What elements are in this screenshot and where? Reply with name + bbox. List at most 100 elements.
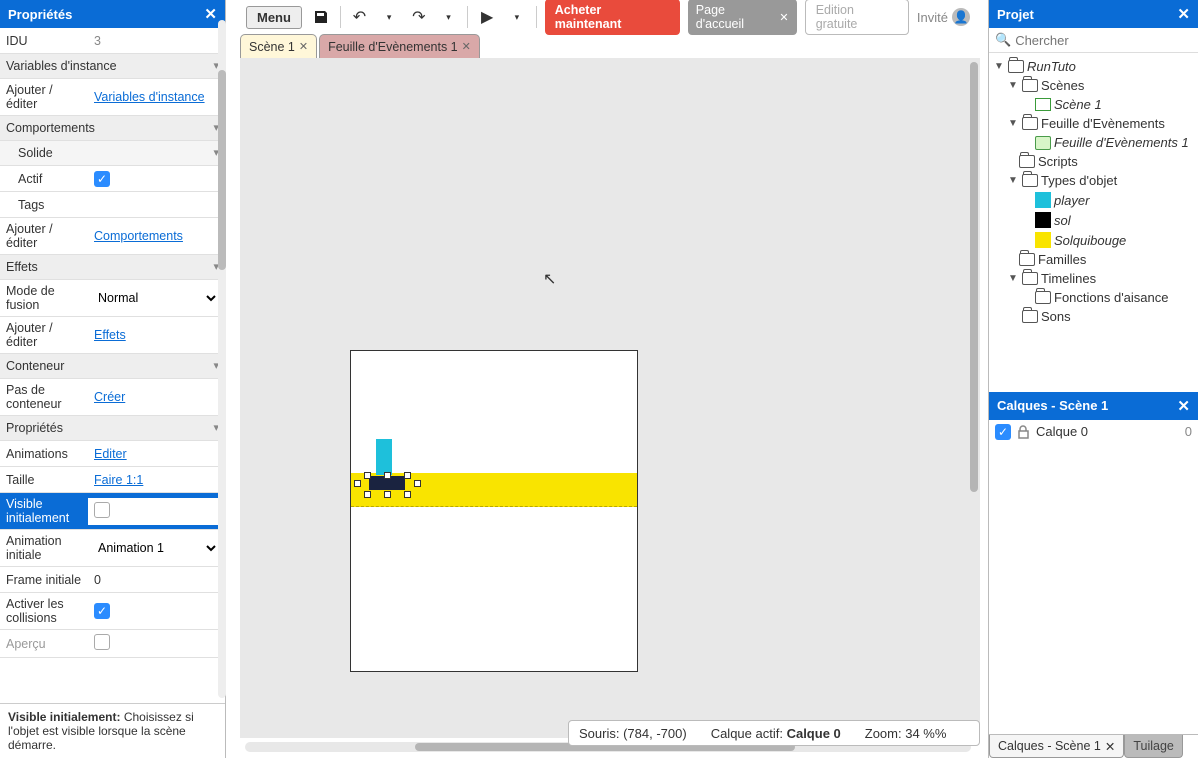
tree-event-sheets[interactable]: ▼Feuille d'Evènements	[989, 114, 1198, 133]
folder-icon	[1035, 291, 1051, 304]
properties-panel: Propriétés ✕ IDU 3 Variables d'instance▾…	[0, 0, 226, 758]
close-icon[interactable]: ✕	[1177, 397, 1190, 415]
object-player[interactable]	[376, 439, 392, 475]
section-instance-vars[interactable]: Variables d'instance▾	[0, 54, 225, 79]
folder-icon	[1022, 174, 1038, 187]
undo-icon[interactable]: ↶	[349, 6, 371, 28]
effects-link[interactable]: Effets	[94, 328, 126, 342]
visible-checkbox[interactable]	[94, 502, 110, 518]
event-sheet-icon	[1035, 136, 1051, 150]
behaviors-link[interactable]: Comportements	[94, 229, 183, 243]
section-effects[interactable]: Effets▾	[0, 255, 225, 280]
tree-timelines[interactable]: ▼Timelines	[989, 269, 1198, 288]
instance-vars-link[interactable]: Variables d'instance	[94, 90, 205, 104]
tab-layers[interactable]: Calques - Scène 1✕	[989, 735, 1124, 758]
selection-handle[interactable]	[384, 491, 391, 498]
layer-object-count: 0	[1185, 424, 1192, 439]
tree-event-sheet-1[interactable]: Feuille d'Evènements 1	[989, 133, 1198, 152]
preview-checkbox[interactable]	[94, 634, 110, 650]
tree-sounds[interactable]: Sons	[989, 307, 1198, 326]
scene-icon	[1035, 98, 1051, 111]
selection-handle[interactable]	[404, 472, 411, 479]
section-properties[interactable]: Propriétés▾	[0, 416, 225, 441]
visible-label: Visible initialement	[0, 493, 88, 529]
project-search-row: 🔍	[989, 28, 1198, 53]
buy-now-button[interactable]: Acheter maintenant	[545, 0, 680, 35]
selection-handle[interactable]	[384, 472, 391, 479]
guest-label[interactable]: Invité👤	[917, 8, 970, 26]
blend-select[interactable]: Normal	[94, 290, 219, 306]
lock-icon[interactable]	[1017, 425, 1030, 439]
tree-scene-1[interactable]: Scène 1	[989, 95, 1198, 114]
frame-init-label: Frame initiale	[0, 569, 88, 591]
tree-obj-solquibouge[interactable]: Solquibouge	[989, 230, 1198, 250]
size-label: Taille	[0, 469, 88, 491]
add-edit-label: Ajouter / éditer	[0, 79, 88, 115]
tree-obj-player[interactable]: player	[989, 190, 1198, 210]
project-header: Projet ✕	[989, 0, 1198, 28]
close-icon[interactable]: ✕	[779, 11, 788, 24]
project-search-input[interactable]	[1015, 33, 1192, 48]
close-icon[interactable]: ✕	[462, 40, 471, 53]
edit-animations-link[interactable]: Editer	[94, 447, 127, 461]
play-icon[interactable]: ▶	[476, 6, 498, 28]
tab-tilemap[interactable]: Tuilage	[1124, 735, 1183, 758]
collisions-row: Activer les collisions ✓	[0, 593, 225, 630]
selection-handle[interactable]	[364, 472, 371, 479]
create-container-link[interactable]: Créer	[94, 390, 125, 404]
redo-dropdown-icon[interactable]: ▾	[438, 6, 460, 28]
properties-header: Propriétés ✕	[0, 0, 225, 28]
close-icon[interactable]: ✕	[204, 5, 217, 23]
collisions-checkbox[interactable]: ✓	[94, 603, 110, 619]
tree-object-types[interactable]: ▼Types d'objet	[989, 171, 1198, 190]
vars-add-edit-row: Ajouter / éditer Variables d'instance	[0, 79, 225, 116]
active-checkbox[interactable]: ✓	[94, 171, 110, 187]
anim-init-select[interactable]: Animation 1	[94, 540, 219, 556]
home-tab[interactable]: Page d'accueil✕	[688, 0, 797, 35]
tab-scene-1[interactable]: Scène 1✕	[240, 34, 317, 58]
frame-init-value[interactable]: 0	[88, 569, 225, 591]
undo-dropdown-icon[interactable]: ▾	[378, 6, 400, 28]
blend-row: Mode de fusion Normal	[0, 280, 225, 317]
close-icon[interactable]: ✕	[299, 40, 308, 53]
tab-event-sheet-1[interactable]: Feuille d'Evènements 1✕	[319, 34, 480, 58]
selection-handle[interactable]	[364, 491, 371, 498]
active-row: Actif ✓	[0, 166, 225, 192]
folder-icon	[1022, 117, 1038, 130]
layer-visible-checkbox[interactable]: ✓	[995, 424, 1011, 440]
redo-icon[interactable]: ↷	[408, 6, 430, 28]
visible-row[interactable]: Visible initialement	[0, 493, 225, 530]
layers-header: Calques - Scène 1 ✕	[989, 392, 1198, 420]
section-container[interactable]: Conteneur▾	[0, 354, 225, 379]
close-icon[interactable]: ✕	[1177, 5, 1190, 23]
canvas-vscrollbar[interactable]	[969, 62, 979, 722]
free-edition-button[interactable]: Edition gratuite	[805, 0, 909, 35]
properties-scrollbar[interactable]	[218, 20, 226, 698]
tree-scripts[interactable]: Scripts	[989, 152, 1198, 171]
size-link[interactable]: Faire 1:1	[94, 473, 143, 487]
tags-value[interactable]	[88, 201, 225, 209]
tree-root[interactable]: ▼RunTuto	[989, 57, 1198, 76]
selection-handle[interactable]	[354, 480, 361, 487]
tree-scenes[interactable]: ▼Scènes	[989, 76, 1198, 95]
scene-viewport[interactable]	[350, 350, 638, 672]
play-dropdown-icon[interactable]: ▾	[506, 6, 528, 28]
object-icon	[1035, 232, 1051, 248]
collisions-label: Activer les collisions	[0, 593, 88, 629]
tree-families[interactable]: Familles	[989, 250, 1198, 269]
tree-obj-sol[interactable]: sol	[989, 210, 1198, 230]
behavior-solid[interactable]: Solide▾	[0, 141, 225, 166]
menu-button[interactable]: Menu	[246, 6, 302, 29]
close-icon[interactable]: ✕	[1105, 739, 1115, 754]
preview-row: Aperçu	[0, 630, 225, 658]
project-panel-container: Projet ✕ 🔍 ▼RunTuto ▼Scènes Scène 1 ▼Feu…	[988, 0, 1198, 758]
tree-ease-functions[interactable]: Fonctions d'aisance	[989, 288, 1198, 307]
selection-handle[interactable]	[404, 491, 411, 498]
layer-row-0[interactable]: ✓ Calque 0 0	[995, 424, 1192, 440]
save-icon[interactable]	[310, 6, 332, 28]
selection-handle[interactable]	[414, 480, 421, 487]
top-toolbar: Menu ↶ ▾ ↷ ▾ ▶ ▾ Acheter maintenant Page…	[240, 0, 980, 34]
layout-canvas[interactable]	[240, 58, 980, 738]
section-behaviors[interactable]: Comportements▾	[0, 116, 225, 141]
animations-label: Animations	[0, 443, 88, 465]
